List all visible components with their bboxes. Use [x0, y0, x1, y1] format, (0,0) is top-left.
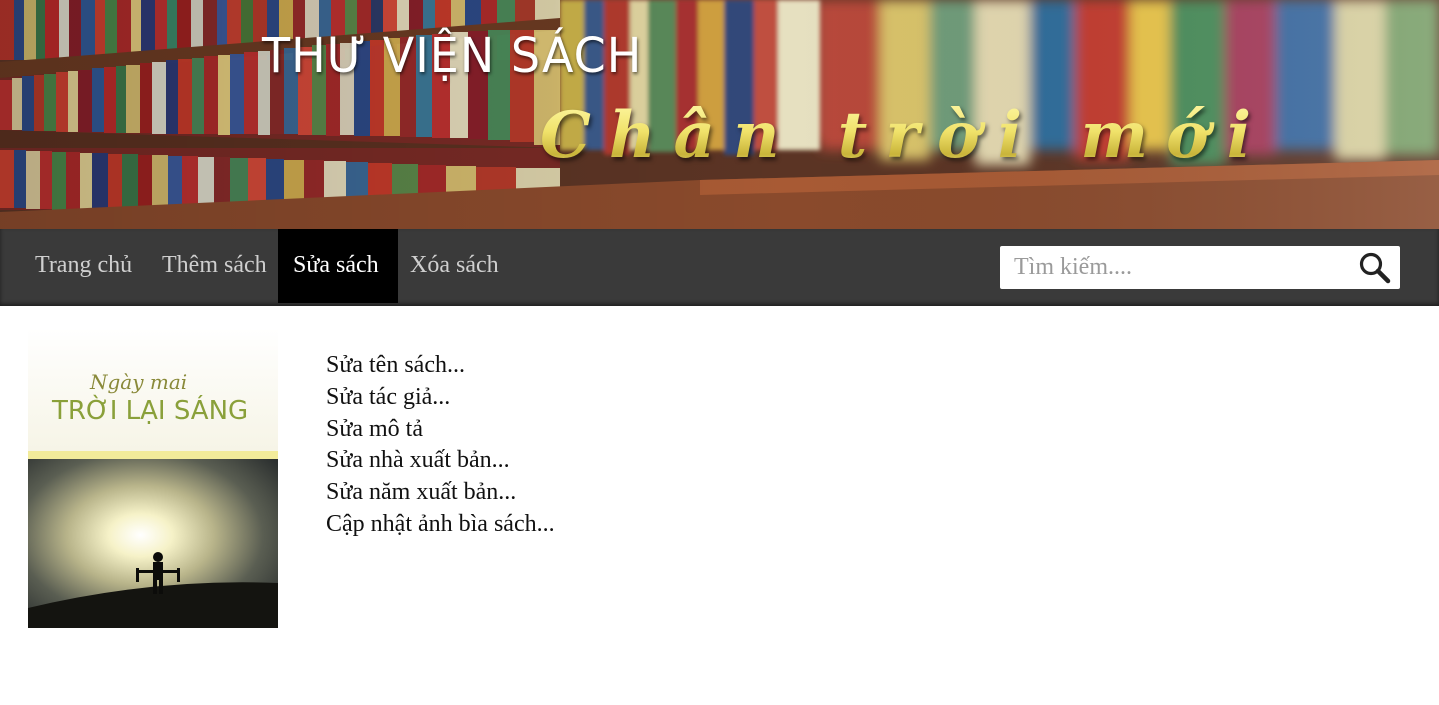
edit-publish-year-link[interactable]: Sửa năm xuất bản... [326, 477, 555, 509]
search-box [1000, 246, 1400, 289]
nav-item-edit-book[interactable]: Sửa sách [278, 229, 398, 303]
book-cover-script-title: Ngày mai [90, 370, 188, 394]
nav-item-delete-book[interactable]: Xóa sách [395, 229, 514, 303]
main-navigation: Trang chủ Thêm sách Sửa sách Xóa sách [0, 229, 1439, 306]
edit-options-list: Sửa tên sách... Sửa tác giả... Sửa mô tả… [326, 350, 555, 541]
search-input[interactable] [1000, 246, 1350, 289]
nav-item-add-book[interactable]: Thêm sách [147, 229, 282, 303]
search-icon[interactable] [1358, 251, 1392, 285]
site-title: THƯ VIỆN SÁCH [262, 26, 643, 84]
book-cover-image: Ngày mai TRỜI LẠI SÁNG [28, 328, 278, 628]
edit-author-link[interactable]: Sửa tác giả... [326, 382, 555, 414]
header-banner: THƯ VIỆN SÁCH Chân trời mới [0, 0, 1439, 229]
book-cover-title: TRỜI LẠI SÁNG [52, 396, 249, 426]
update-cover-link[interactable]: Cập nhật ảnh bìa sách... [326, 509, 555, 541]
nav-item-home[interactable]: Trang chủ [20, 229, 147, 303]
site-slogan: Chân trời mới [540, 98, 1270, 173]
edit-description-link[interactable]: Sửa mô tả [326, 414, 555, 446]
edit-title-link[interactable]: Sửa tên sách... [326, 350, 555, 382]
edit-publisher-link[interactable]: Sửa nhà xuất bản... [326, 445, 555, 477]
